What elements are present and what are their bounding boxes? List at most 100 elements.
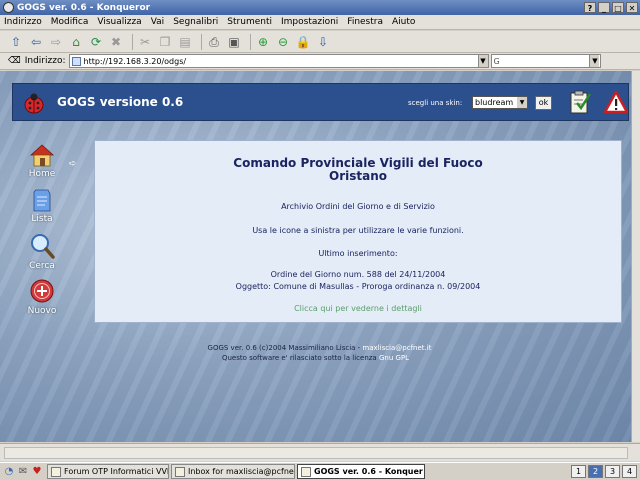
search-input[interactable]: G ▼ bbox=[490, 54, 601, 68]
menu-indirizzo[interactable]: Indirizzo bbox=[4, 17, 42, 27]
clipboard-check-icon[interactable] bbox=[569, 89, 591, 115]
kde-menu-icon[interactable]: ◔ bbox=[3, 466, 15, 478]
window-icon bbox=[175, 466, 185, 477]
stop-icon[interactable]: ✖ bbox=[108, 34, 124, 50]
nav-label-home[interactable]: Home bbox=[18, 169, 66, 179]
home-icon[interactable] bbox=[28, 143, 56, 167]
back-icon[interactable]: ⇦ bbox=[28, 34, 44, 50]
skin-label: scegli una skin: bbox=[408, 99, 463, 107]
add-new-icon[interactable] bbox=[28, 278, 56, 304]
toolbar-separator bbox=[201, 33, 202, 50]
paste-icon[interactable]: ▤ bbox=[177, 34, 193, 50]
taskbar-item[interactable]: Forum OTP Informatici VVF: bbox=[47, 464, 169, 479]
print-preview-icon[interactable]: ▣ bbox=[226, 34, 242, 50]
taskbar-item-label[interactable]: Inbox for maxliscia@pcfnet. bbox=[188, 467, 294, 476]
nav-item-home[interactable]: Home bbox=[18, 143, 66, 188]
toolbar-separator bbox=[132, 33, 133, 50]
copy-icon[interactable]: ❐ bbox=[157, 34, 173, 50]
license-text: Questo software e' rilasciato sotto la l… bbox=[221, 354, 377, 362]
taskbar: ◔ ✉ ♥ Forum OTP Informatici VVF: Inbox f… bbox=[0, 462, 640, 480]
virtual-desktop-pager: 1 2 3 4 bbox=[571, 465, 637, 478]
maximize-button[interactable]: □ bbox=[612, 2, 624, 13]
warning-icon[interactable] bbox=[604, 90, 628, 114]
desktop-2[interactable]: 2 bbox=[588, 465, 603, 478]
web-page: GOGS versione 0.6 scegli una skin: bludr… bbox=[0, 71, 631, 442]
site-title: GOGS versione 0.6 bbox=[57, 95, 184, 109]
desktop-3[interactable]: 3 bbox=[605, 465, 620, 478]
menu-vai[interactable]: Vai bbox=[151, 17, 164, 27]
chevron-down-icon[interactable]: ▼ bbox=[477, 55, 488, 67]
download-icon[interactable]: ⇩ bbox=[315, 34, 331, 50]
chevron-down-icon[interactable]: ▼ bbox=[517, 97, 527, 108]
menu-visualizza[interactable]: Visualizza bbox=[97, 17, 141, 27]
last-entry-label: Ultimo inserimento: bbox=[318, 249, 398, 258]
last-subject-text: Oggetto: Comune di Masullas - Proroga or… bbox=[235, 282, 481, 291]
window-title: GOGS ver. 0.6 - Konqueror bbox=[17, 2, 151, 13]
list-document-icon[interactable] bbox=[28, 188, 56, 212]
reload-icon[interactable]: ⟳ bbox=[88, 34, 104, 50]
skin-ok-button[interactable]: ok bbox=[535, 96, 552, 110]
chevron-down-icon[interactable]: ▼ bbox=[589, 55, 600, 67]
url-field[interactable]: http://192.168.3.20/odgs/ ▼ bbox=[68, 54, 489, 68]
menu-aiuto[interactable]: Aiuto bbox=[392, 17, 415, 27]
menu-finestra[interactable]: Finestra bbox=[347, 17, 383, 27]
quick-launch: ◔ ✉ ♥ bbox=[3, 466, 43, 478]
desktop-4[interactable]: 4 bbox=[622, 465, 637, 478]
close-button[interactable]: ✕ bbox=[626, 2, 638, 13]
up-arrow-icon[interactable]: ⇧ bbox=[8, 34, 24, 50]
main-content-box: Comando Provinciale Vigili del Fuoco Ori… bbox=[94, 140, 622, 323]
selection-arrow-icon: ➪ bbox=[69, 159, 77, 169]
menu-modifica[interactable]: Modifica bbox=[51, 17, 89, 27]
author-email-link[interactable]: maxliscia@pcfnet.it bbox=[362, 344, 431, 352]
forward-icon[interactable]: ⇨ bbox=[48, 34, 64, 50]
vertical-scrollbar[interactable] bbox=[631, 71, 640, 442]
window-titlebar[interactable]: GOGS ver. 0.6 - Konqueror ? _ □ ✕ bbox=[0, 0, 640, 15]
license-link[interactable]: Gnu GPL bbox=[379, 354, 409, 362]
minimize-button[interactable]: _ bbox=[598, 2, 610, 13]
cut-icon[interactable]: ✂ bbox=[137, 34, 153, 50]
security-lock-icon[interactable]: 🔒 bbox=[295, 34, 311, 50]
menu-segnalibri[interactable]: Segnalibri bbox=[173, 17, 218, 27]
mail-icon[interactable]: ✉ bbox=[17, 466, 29, 478]
taskbar-item[interactable]: Inbox for maxliscia@pcfnet. bbox=[171, 464, 295, 479]
search-icon[interactable] bbox=[28, 233, 56, 259]
nav-label-nuovo[interactable]: Nuovo bbox=[18, 306, 66, 316]
site-header: GOGS versione 0.6 scegli una skin: bludr… bbox=[12, 83, 629, 121]
home-icon[interactable]: ⌂ bbox=[68, 34, 84, 50]
page-footer: GOGS ver. 0.6 (c)2004 Massimiliano Lisci… bbox=[0, 343, 631, 363]
clear-location-icon[interactable]: ⌫ bbox=[8, 56, 21, 66]
konqueror-app-icon[interactable] bbox=[3, 2, 14, 13]
ladybug-logo-icon bbox=[24, 93, 44, 114]
nav-label-cerca[interactable]: Cerca bbox=[18, 261, 66, 271]
zoom-out-icon[interactable]: ⊖ bbox=[275, 34, 291, 50]
nav-item-nuovo[interactable]: Nuovo bbox=[18, 278, 66, 323]
zoom-in-icon[interactable]: ⊕ bbox=[255, 34, 271, 50]
nav-item-lista[interactable]: Lista bbox=[18, 188, 66, 233]
side-navigation: Home Lista Cerca Nuovo bbox=[18, 143, 66, 323]
heart-icon[interactable]: ♥ bbox=[31, 466, 43, 478]
nav-label-lista[interactable]: Lista bbox=[18, 214, 66, 224]
window-icon bbox=[301, 466, 311, 477]
menu-impostazioni[interactable]: Impostazioni bbox=[281, 17, 338, 27]
skin-select-value[interactable]: bludream bbox=[475, 98, 517, 107]
footer-line-1: GOGS ver. 0.6 (c)2004 Massimiliano Lisci… bbox=[0, 343, 631, 353]
menu-strumenti[interactable]: Strumenti bbox=[227, 17, 272, 27]
window-controls: ? _ □ ✕ bbox=[584, 2, 640, 13]
main-toolbar: ⇧ ⇦ ⇨ ⌂ ⟳ ✖ ✂ ❐ ▤ ⎙ ▣ ⊕ ⊖ 🔒 ⇩ bbox=[0, 31, 640, 53]
taskbar-item-label[interactable]: GOGS ver. 0.6 - Konquer bbox=[314, 467, 423, 476]
desktop-1[interactable]: 1 bbox=[571, 465, 586, 478]
menu-bar: Indirizzo Modifica Visualizza Vai Segnal… bbox=[0, 15, 640, 30]
url-value[interactable]: http://192.168.3.20/odgs/ bbox=[84, 57, 478, 66]
skin-select[interactable]: bludream ▼ bbox=[472, 96, 528, 109]
taskbar-item-active[interactable]: GOGS ver. 0.6 - Konquer bbox=[297, 464, 425, 479]
help-button[interactable]: ? bbox=[584, 2, 596, 13]
search-engine-icon[interactable]: G bbox=[494, 57, 500, 66]
last-order-text: Ordine del Giorno num. 588 del 24/11/200… bbox=[270, 270, 446, 279]
details-link[interactable]: Clicca qui per vederne i dettagli bbox=[95, 304, 621, 313]
footer-line-2: Questo software e' rilasciato sotto la l… bbox=[0, 353, 631, 363]
page-title-line2: Oristano bbox=[329, 169, 387, 183]
print-icon[interactable]: ⎙ bbox=[206, 34, 222, 50]
taskbar-item-label[interactable]: Forum OTP Informatici VVF: bbox=[64, 467, 168, 476]
status-bar bbox=[0, 443, 640, 461]
nav-item-cerca[interactable]: Cerca bbox=[18, 233, 66, 278]
